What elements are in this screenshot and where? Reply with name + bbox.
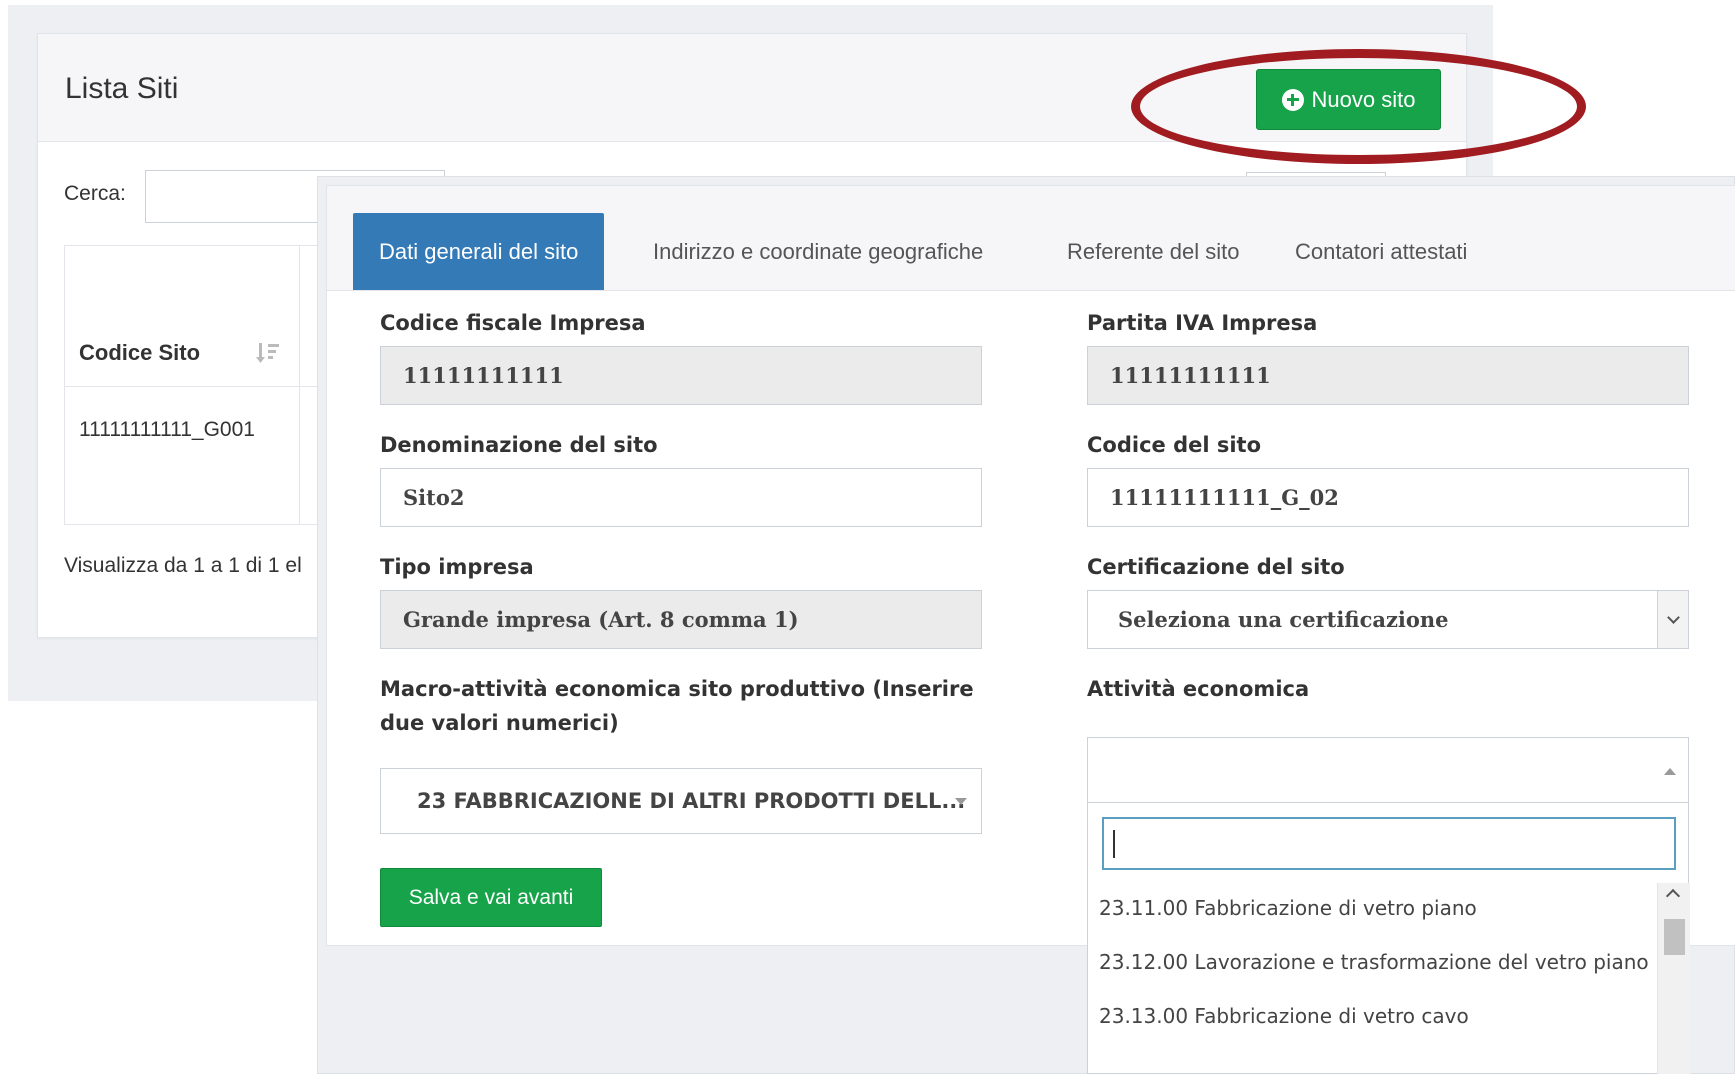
tab-contatori[interactable]: Contatori attestati xyxy=(1295,213,1467,290)
tab-dati-generali[interactable]: Dati generali del sito xyxy=(353,213,605,290)
search-label: Cerca: xyxy=(64,182,126,205)
table-info: Visualizza da 1 a 1 di 1 el xyxy=(64,554,302,577)
column-header-codice-sito[interactable]: Codice Sito xyxy=(79,340,200,366)
text-caret xyxy=(1113,830,1115,858)
partita-iva-label: Partita IVA Impresa xyxy=(1087,311,1318,335)
dropdown-scrollbar[interactable] xyxy=(1657,883,1690,1074)
table-row[interactable]: 11111111111_G001 xyxy=(79,418,255,442)
tipo-impresa-field: Grande impresa (Art. 8 comma 1) xyxy=(380,590,982,649)
macro-attivita-selected-value: 23 FABBRICAZIONE DI ALTRI PRODOTTI DELL.… xyxy=(417,789,966,813)
tab-indirizzo[interactable]: Indirizzo e coordinate geografiche xyxy=(653,213,983,290)
list-item[interactable]: 23.13.00 Fabbricazione di vetro cavo xyxy=(1088,989,1658,1043)
denominazione-label: Denominazione del sito xyxy=(380,433,658,457)
scroll-up-icon[interactable] xyxy=(1665,888,1681,904)
page-title: Lista Siti xyxy=(65,72,179,105)
denominazione-input[interactable]: Sito2 xyxy=(380,468,982,527)
save-continue-button[interactable]: Salva e vai avanti xyxy=(380,868,602,927)
caret-down-icon xyxy=(955,798,967,805)
macro-attivita-select[interactable]: 23 FABBRICAZIONE DI ALTRI PRODOTTI DELL.… xyxy=(380,768,982,834)
macro-attivita-label: Macro-attività economica sito produttivo… xyxy=(380,677,974,735)
column-divider xyxy=(299,246,300,524)
attivita-search-input[interactable] xyxy=(1102,817,1676,870)
select-arrow[interactable] xyxy=(1657,591,1688,648)
codice-sito-label: Codice del sito xyxy=(1087,433,1262,457)
tipo-impresa-label: Tipo impresa xyxy=(380,555,534,579)
certificazione-label: Certificazione del sito xyxy=(1087,555,1345,579)
codice-fiscale-field: 11111111111 xyxy=(380,346,982,405)
tab-referente[interactable]: Referente del sito xyxy=(1067,213,1239,290)
attivita-dropdown: 23.11.00 Fabbricazione di vetro piano 23… xyxy=(1087,803,1690,1074)
attivita-label: Attività economica xyxy=(1087,677,1310,701)
list-item[interactable]: 23.11.00 Fabbricazione di vetro piano xyxy=(1088,881,1658,935)
highlight-annotation xyxy=(1131,49,1586,164)
partita-iva-field: 11111111111 xyxy=(1087,346,1689,405)
attivita-options-list: 23.11.00 Fabbricazione di vetro piano 23… xyxy=(1088,881,1658,1043)
attivita-select[interactable] xyxy=(1087,737,1689,803)
codice-sito-input[interactable]: 11111111111_G_02 xyxy=(1087,468,1689,527)
sort-icon[interactable] xyxy=(255,340,281,366)
caret-up-icon xyxy=(1664,768,1676,775)
certificazione-selected-value: Seleziona una certificazione xyxy=(1118,607,1449,632)
list-item[interactable]: 23.12.00 Lavorazione e trasformazione de… xyxy=(1088,935,1658,989)
scroll-thumb[interactable] xyxy=(1664,919,1685,955)
certificazione-select[interactable]: Seleziona una certificazione xyxy=(1087,590,1689,649)
chevron-down-icon xyxy=(1666,611,1680,624)
codice-fiscale-label: Codice fiscale Impresa xyxy=(380,311,646,335)
tab-bar: Dati generali del sito Indirizzo e coord… xyxy=(327,186,1735,291)
